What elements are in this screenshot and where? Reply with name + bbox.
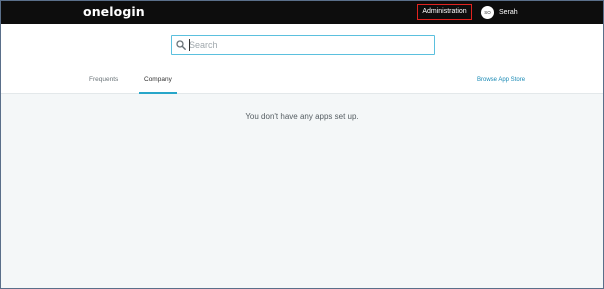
search-input[interactable] [189, 38, 429, 52]
active-tab-indicator [139, 92, 177, 94]
browse-app-store-link[interactable]: Browse App Store [477, 75, 525, 85]
apps-header: Frequents Company Browse App Store [1, 24, 603, 94]
user-name-menu[interactable]: Serah [499, 6, 518, 19]
administration-button[interactable]: Administration [417, 4, 472, 20]
tab-frequents[interactable]: Frequents [89, 75, 118, 85]
top-navigation-bar: onelogin Administration SO Serah [1, 1, 603, 24]
empty-state-message: You don't have any apps set up. [245, 112, 359, 121]
onelogin-logo[interactable]: onelogin [83, 5, 145, 19]
text-caret [189, 39, 190, 51]
search-box[interactable] [171, 35, 435, 55]
search-icon [176, 40, 186, 50]
user-avatar[interactable]: SO [481, 6, 494, 19]
tab-company[interactable]: Company [144, 75, 172, 85]
app-window: onelogin Administration SO Serah Frequen… [0, 0, 604, 289]
